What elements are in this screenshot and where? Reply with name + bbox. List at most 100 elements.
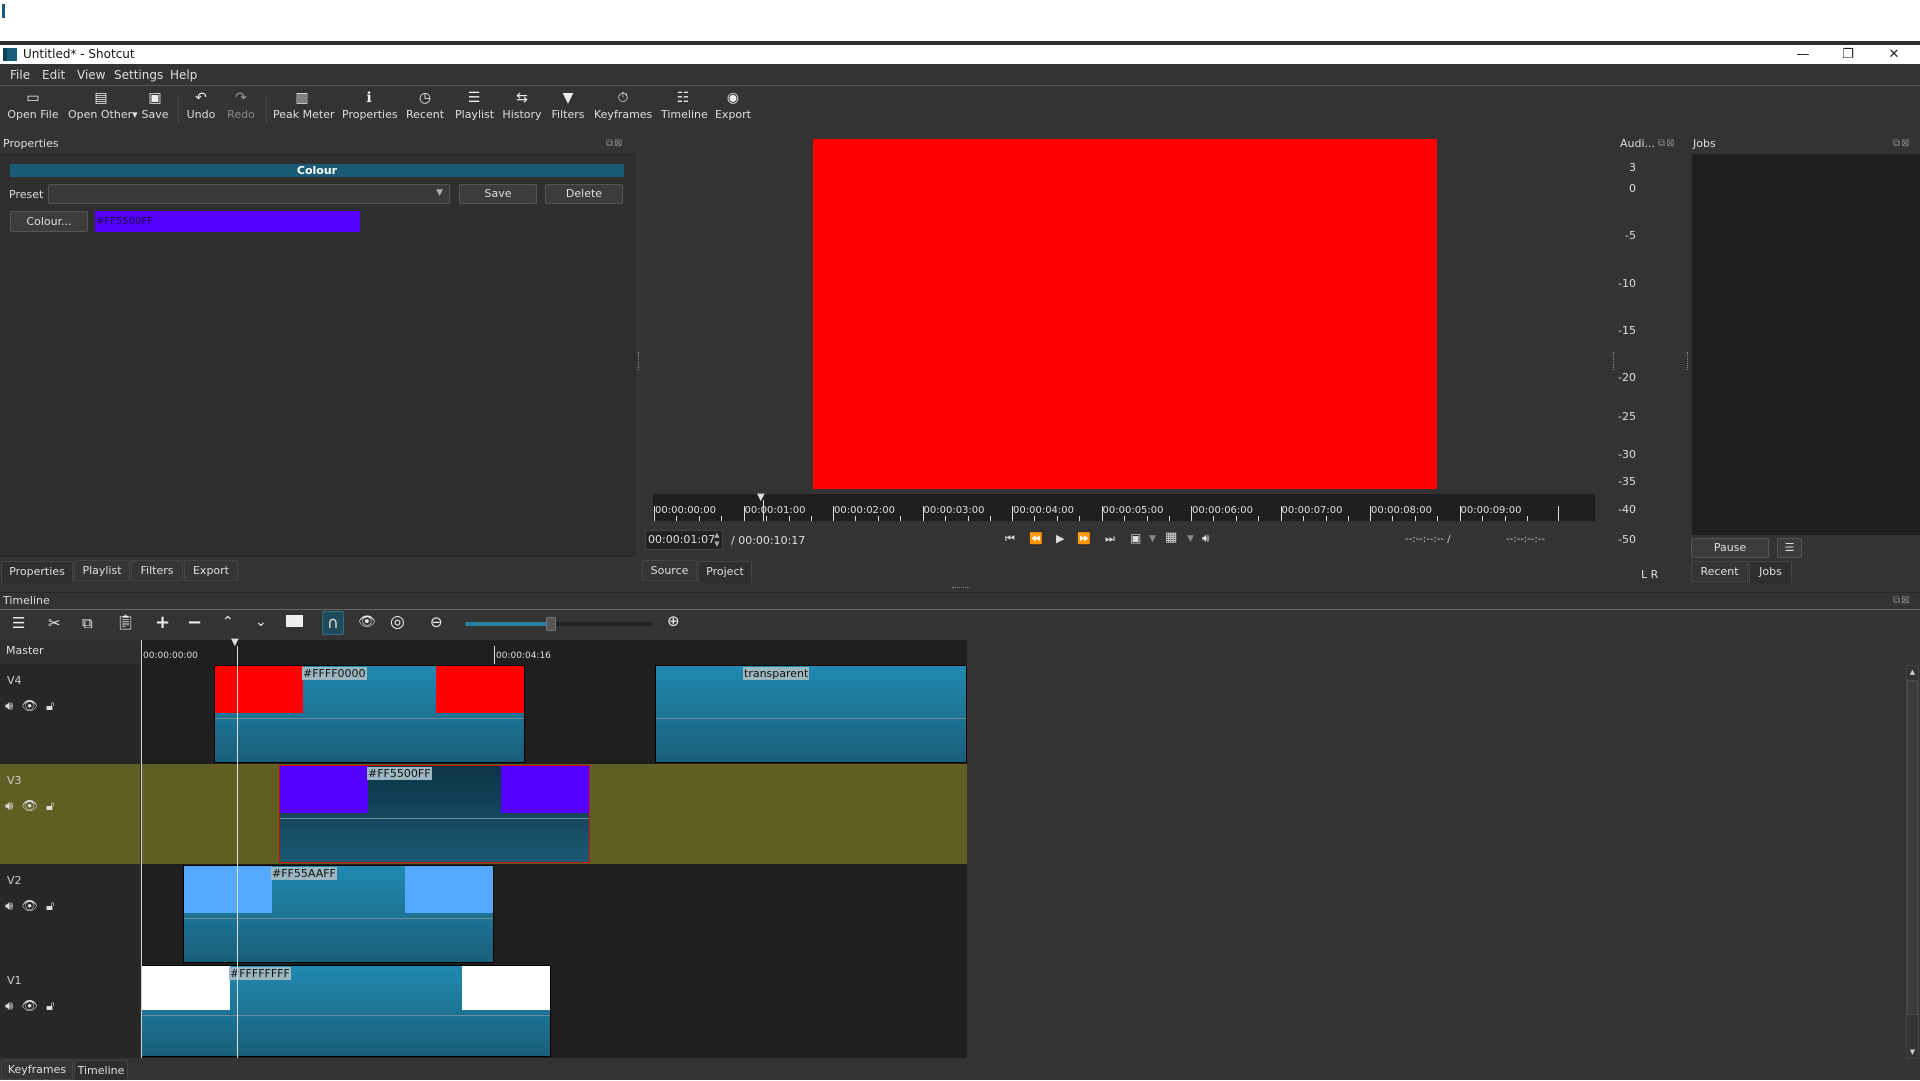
recent-button[interactable]: ◷ Recent [405,86,445,133]
keyframes-button[interactable]: ⏱ Keyframes [594,86,652,133]
timeline-clip[interactable]: #FFFFFFFF [141,965,551,1057]
unlock-icon[interactable]: 🔓︎ [46,799,54,814]
zoom-slider-handle[interactable] [546,617,557,631]
menu-file[interactable]: File [10,68,30,82]
colour-picker-button[interactable]: Colour... [10,211,88,232]
splitter-handle[interactable] [638,352,640,370]
filters-button[interactable]: ▼ Filters [551,86,585,133]
timeline-vertical-scrollbar[interactable]: ▲ ▼ [1906,665,1919,1059]
tab-filters[interactable]: Filters [131,560,183,581]
timeline-button[interactable]: ☷ Timeline [661,86,708,133]
tab-properties[interactable]: Properties [1,561,73,583]
peak-meter-button[interactable]: ▥ Peak Meter [273,86,334,133]
undo-button[interactable]: ↶ Undo [185,86,217,133]
dock-float-close-icons[interactable]: ⧉⊠ [1658,138,1682,150]
timeline-clip[interactable]: #FF5500FF [279,765,590,863]
tab-export[interactable]: Export [184,560,238,581]
track-header-v4[interactable]: V4 🔊︎ 👁︎ 🔓︎ [0,664,140,764]
copy-icon[interactable]: ⧉ [82,614,93,632]
export-button[interactable]: ◉ Export [714,86,752,133]
timeline-clip[interactable]: #FF55AAFF [183,865,494,963]
zoom-in-icon[interactable]: ⊕ [667,612,680,630]
chevron-down-icon[interactable]: ▼ [1149,534,1156,544]
menu-edit[interactable]: Edit [42,68,65,82]
track-header-v2[interactable]: V2 🔊︎ 👁︎ 🔓︎ [0,864,140,964]
zoom-slider[interactable] [465,617,653,631]
save-button[interactable]: ▣ Save [140,86,170,133]
hamburger-menu-icon[interactable]: ☰ [12,614,25,632]
splitter-handle[interactable] [952,587,970,589]
eye-icon[interactable]: 👁︎ [21,699,38,714]
play-icon[interactable]: ▶ [1056,532,1064,545]
skip-to-end-icon[interactable]: ⏭ [1105,532,1115,546]
lift-icon[interactable]: ⌃ [222,614,234,630]
track-header-v1[interactable]: V1 🔊︎ 👁︎ 🔓︎ [0,964,140,1058]
dock-float-close-icons[interactable]: ⧉⊠ [1893,595,1917,607]
jobs-list[interactable] [1692,154,1920,535]
scrub-eye-icon[interactable]: 👁︎ [358,614,376,630]
splitter-handle[interactable] [1687,352,1689,370]
open-other-button[interactable]: ▤ Open Other▾ [68,86,138,133]
remove-icon[interactable]: − [187,612,202,633]
redo-button[interactable]: ↷ Redo [225,86,257,133]
video-preview[interactable] [813,139,1437,489]
open-file-button[interactable]: ▭ Open File [6,86,60,133]
eye-icon[interactable]: 👁︎ [21,999,38,1014]
eye-icon[interactable]: 👁︎ [21,799,38,814]
scroll-down-icon[interactable]: ▼ [1907,1046,1918,1058]
history-button[interactable]: ⇆ History [502,86,542,133]
master-track-header[interactable]: Master [0,640,140,664]
eye-icon[interactable]: 👁︎ [21,899,38,914]
preset-combo[interactable]: ▼ [48,184,450,204]
tab-recent[interactable]: Recent [1691,561,1748,582]
restore-button[interactable]: ❐ [1828,45,1868,64]
scroll-up-icon[interactable]: ▲ [1907,666,1918,678]
skip-to-start-icon[interactable]: ⏮ [1005,532,1015,546]
split-icon[interactable] [286,615,306,627]
fast-forward-icon[interactable]: ⏩ [1077,532,1091,545]
append-icon[interactable]: + [155,612,170,633]
chevron-down-icon[interactable]: ▼ [1187,534,1194,544]
close-button[interactable]: ✕ [1874,45,1914,64]
tab-timeline[interactable]: Timeline [74,1060,128,1080]
timeline-clip[interactable]: #FFFF0000 [214,665,525,763]
tab-project[interactable]: Project [698,561,752,583]
menu-settings[interactable]: Settings [114,68,163,82]
timeline-clip[interactable]: transparent [655,665,967,763]
unlock-icon[interactable]: 🔓︎ [46,699,54,714]
tab-playlist[interactable]: Playlist [74,560,130,581]
snap-magnet-icon[interactable]: ∩ [322,611,344,635]
playlist-button[interactable]: ☰ Playlist [455,86,494,133]
track-header-v3[interactable]: V3 🔊︎ 👁︎ 🔓︎ [0,764,140,864]
scrollbar-thumb[interactable] [1907,680,1918,1015]
mute-icon[interactable]: 🔊︎ [5,699,13,714]
jobs-menu-button[interactable]: ☰ [1777,538,1802,558]
tab-jobs[interactable]: Jobs [1749,561,1792,583]
ripple-target-icon[interactable]: ◎ [390,612,405,632]
splitter-handle[interactable] [1613,352,1615,370]
cut-icon[interactable]: ✂ [48,614,61,632]
mute-icon[interactable]: 🔊︎ [5,799,13,814]
mute-icon[interactable]: 🔊︎ [5,999,13,1014]
overwrite-icon[interactable]: ⌄ [255,614,267,630]
preset-delete-button[interactable]: Delete [545,184,623,204]
unlock-icon[interactable]: 🔓︎ [46,899,54,914]
timeline-playhead-line[interactable] [237,646,238,1058]
tab-source[interactable]: Source [642,560,697,581]
rewind-icon[interactable]: ⏪ [1029,532,1043,545]
timeline-ruler[interactable]: 00:00:00:00 00:00:04:16 [141,640,967,664]
paste-icon[interactable]: 📋︎ [116,613,135,631]
menu-view[interactable]: View [77,68,105,82]
menu-help[interactable]: Help [170,68,197,82]
time-spinner[interactable]: ▲ ▼ [712,531,722,549]
zoom-out-icon[interactable]: ⊖ [430,613,443,631]
dock-float-close-icons[interactable]: ⧉⊠ [606,138,630,150]
player-ruler[interactable]: 00:00:00:00 00:00:01:00 00:00:02:00 00:00:0… [653,494,1595,521]
volume-icon[interactable]: 🔊︎ [1202,531,1210,546]
dock-float-close-icons[interactable]: ⧉⊠ [1893,138,1917,150]
minimize-button[interactable]: — [1783,45,1823,64]
pause-button[interactable]: Pause [1691,538,1769,558]
colour-value-swatch[interactable]: #FF5500FF [95,211,360,232]
unlock-icon[interactable]: 🔓︎ [46,999,54,1014]
preset-save-button[interactable]: Save [459,184,537,204]
